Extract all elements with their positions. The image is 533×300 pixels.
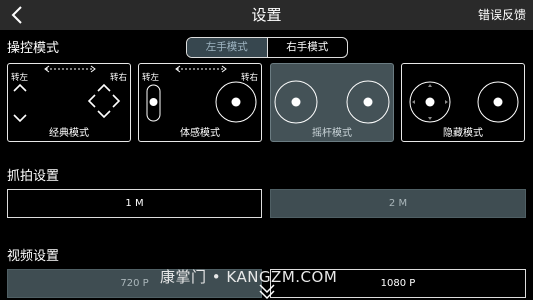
right-hand-mode-button[interactable]: 右手模式 bbox=[266, 38, 348, 57]
page-title: 设置 bbox=[251, 6, 282, 24]
left-hand-mode-button[interactable]: 左手模式 bbox=[187, 38, 267, 57]
mode-label: 隐藏模式 bbox=[443, 128, 483, 139]
turn-left-label: 转左 bbox=[11, 73, 29, 83]
mode-card-hidden[interactable]: 隐藏模式 bbox=[401, 63, 525, 142]
mode-card-motion[interactable]: 转左 转右 体感模式 bbox=[138, 63, 262, 142]
hand-mode-toggle: 左手模式 右手模式 bbox=[186, 37, 348, 58]
capture-option-2m[interactable]: 2 M bbox=[270, 189, 526, 218]
mode-label: 体感模式 bbox=[180, 128, 220, 139]
section-capture: 抓拍设置 bbox=[7, 169, 60, 184]
feedback-button[interactable]: 错误反馈 bbox=[478, 0, 526, 30]
mode-card-joystick[interactable]: 摇杆模式 bbox=[270, 63, 394, 142]
mode-label: 经典模式 bbox=[49, 128, 89, 139]
turn-right-label: 转右 bbox=[109, 73, 127, 83]
capture-option-1m[interactable]: 1 M bbox=[7, 189, 262, 218]
turn-right-label: 转右 bbox=[240, 73, 258, 83]
mode-card-classic[interactable]: 转左 转右 经典模式 bbox=[7, 63, 131, 142]
watermark: 康掌门 • KANGZM.COM bbox=[160, 268, 338, 286]
mode-label: 摇杆模式 bbox=[312, 128, 352, 139]
section-video: 视频设置 bbox=[7, 249, 60, 264]
section-control-mode: 操控模式 bbox=[7, 41, 60, 56]
turn-left-label: 转左 bbox=[142, 73, 160, 83]
